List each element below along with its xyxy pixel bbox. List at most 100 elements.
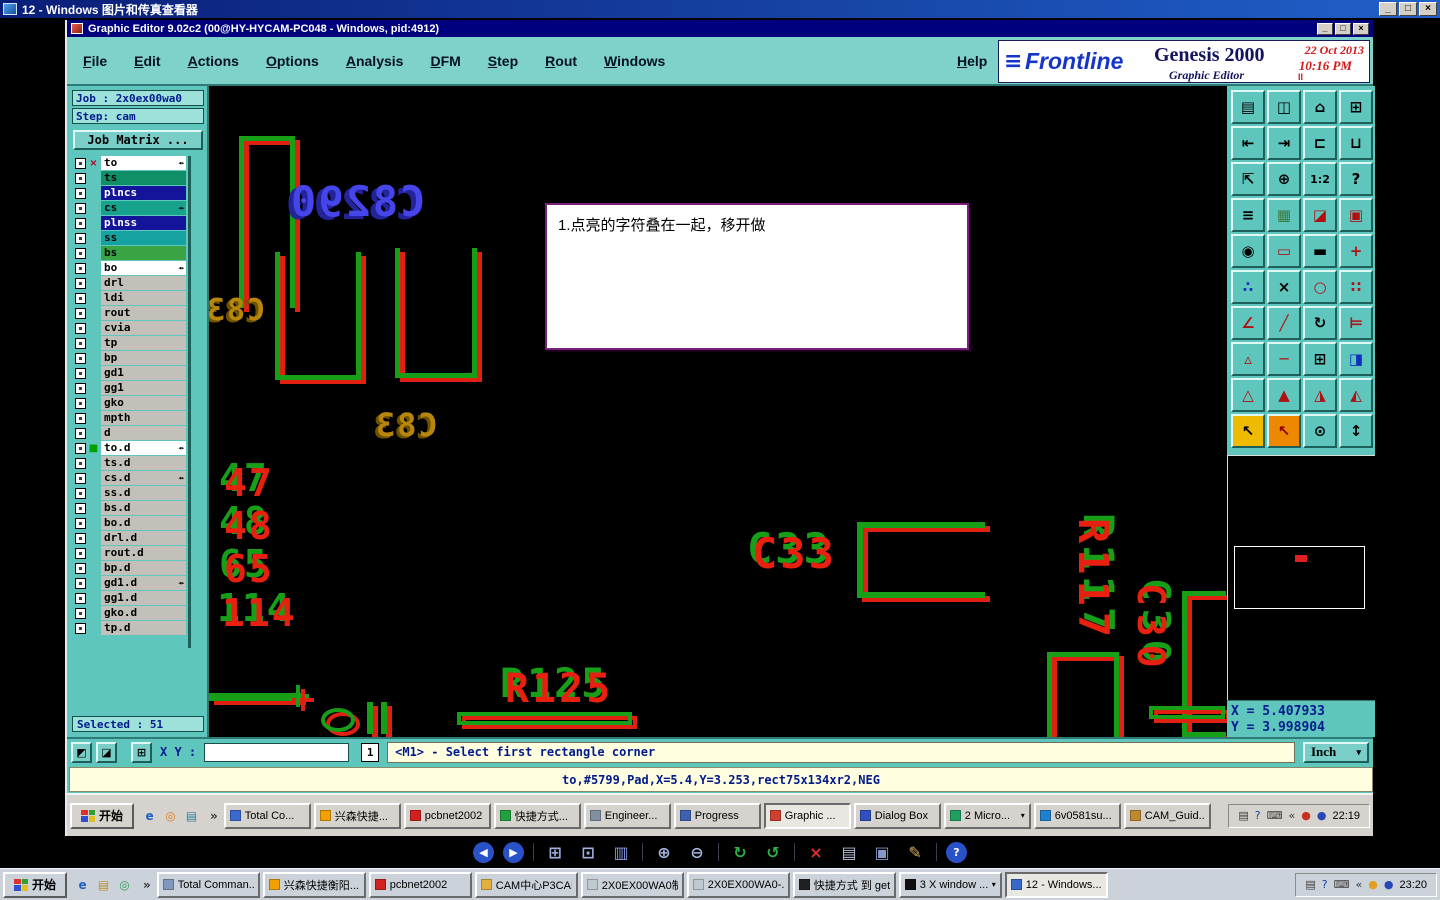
menu-rout[interactable]: Rout [545, 53, 577, 69]
layer-row-bo[interactable]: bo ◂▸ [75, 261, 186, 275]
layer-name[interactable]: bo ◂▸ [101, 261, 186, 275]
minimap[interactable] [1234, 546, 1365, 609]
layer-checkbox[interactable] [75, 367, 86, 379]
tray-icon-5[interactable]: ● [1301, 810, 1311, 821]
layer-name[interactable]: cs ◂▸ [101, 201, 186, 215]
tool-button-29[interactable]: ▵ [1231, 342, 1265, 376]
layer-row-ss[interactable]: ss [75, 231, 186, 245]
tool-button-38[interactable]: ↖ [1267, 414, 1301, 448]
tray-icon-2[interactable]: ? [1255, 810, 1261, 821]
layer-row-gg1[interactable]: gg1 [75, 381, 186, 395]
tool-button-17[interactable]: ◉ [1231, 234, 1265, 268]
delete-button[interactable]: × [804, 840, 828, 864]
taskbar-button-8[interactable]: 3 X window ... ▾ [898, 871, 1002, 898]
layer-name[interactable]: tp [101, 336, 186, 350]
layer-checkbox[interactable] [75, 172, 86, 184]
layer-checkbox[interactable] [75, 472, 86, 484]
layer-row-cs[interactable]: cs ◂▸ [75, 201, 186, 215]
status-tool-button-1[interactable]: ◩ [71, 741, 92, 763]
tray-icon-5[interactable]: ● [1368, 879, 1378, 890]
rotate-clockwise-button[interactable]: ↻ [728, 840, 752, 864]
layer-name[interactable]: bs.d [101, 501, 186, 515]
layer-checkbox[interactable] [75, 202, 86, 214]
layer-checkbox[interactable] [75, 442, 86, 454]
layer-name[interactable]: ss [101, 231, 186, 245]
taskbar-button-3[interactable]: pcbnet2002 [368, 871, 472, 898]
taskbar-button-6[interactable]: Progress [673, 802, 761, 829]
menu-file[interactable]: File [83, 53, 107, 69]
tool-button-26[interactable]: ╱ [1267, 306, 1301, 340]
zoom-out-button[interactable]: ⊖ [685, 840, 709, 864]
layer-checkbox[interactable] [75, 502, 86, 514]
layer-checkbox[interactable] [75, 427, 86, 439]
tray-icon-4[interactable]: « [1289, 810, 1296, 821]
tool-button-1[interactable]: ▤ [1231, 90, 1265, 124]
tool-button-13[interactable]: ≡ [1231, 198, 1265, 232]
layer-row-ts[interactable]: ts [75, 171, 186, 185]
menu-analysis[interactable]: Analysis [346, 53, 404, 69]
layer-checkbox[interactable] [75, 547, 86, 559]
layer-row-gg1.d[interactable]: gg1.d [75, 591, 186, 605]
layer-row-tp[interactable]: tp [75, 336, 186, 350]
layer-row-rout[interactable]: rout [75, 306, 186, 320]
layer-name[interactable]: cs.d ◂▸ [101, 471, 186, 485]
layer-name[interactable]: mpth [101, 411, 186, 425]
layer-checkbox[interactable] [75, 277, 86, 289]
mouse-mode-button[interactable]: 1 [361, 742, 380, 762]
tool-button-19[interactable]: ▬ [1303, 234, 1337, 268]
quick-launch-icon-1[interactable]: e [74, 876, 91, 893]
tool-button-40[interactable]: ↕ [1339, 414, 1373, 448]
tool-button-31[interactable]: ⊞ [1303, 342, 1337, 376]
layer-name[interactable]: bo.d [101, 516, 186, 530]
quick-launch-icon-1[interactable]: e [141, 807, 158, 824]
layer-checkbox[interactable] [75, 262, 86, 274]
tool-button-20[interactable]: + [1339, 234, 1373, 268]
taskbar-button-11[interactable]: CAM_Guid... [1123, 802, 1211, 829]
tool-button-15[interactable]: ◪ [1303, 198, 1337, 232]
layer-name[interactable]: gd1.d ◂▸ [101, 576, 186, 590]
tool-button-12[interactable]: ? [1339, 162, 1373, 196]
tool-button-22[interactable]: × [1267, 270, 1301, 304]
job-matrix-button[interactable]: Job Matrix ... [73, 130, 203, 150]
tool-button-28[interactable]: ⊨ [1339, 306, 1373, 340]
tool-button-30[interactable]: ─ [1267, 342, 1301, 376]
status-tool-button-2[interactable]: ◪ [96, 741, 117, 763]
layer-checkbox[interactable] [75, 382, 86, 394]
layer-name[interactable]: drl.d [101, 531, 186, 545]
start-button[interactable]: 开始 [3, 871, 68, 898]
layer-checkbox[interactable] [75, 412, 86, 424]
minimize-button[interactable]: _ [1379, 2, 1397, 16]
layer-checkbox[interactable] [75, 457, 86, 469]
taskbar-button-8[interactable]: Dialog Box [853, 802, 941, 829]
zoom-in-button[interactable]: ⊕ [652, 840, 676, 864]
tool-button-35[interactable]: ◮ [1303, 378, 1337, 412]
layer-name[interactable]: to.d ◂▸ [101, 441, 186, 455]
menu-step[interactable]: Step [488, 53, 518, 69]
layer-checkbox[interactable] [75, 562, 86, 574]
layer-row-cvia[interactable]: cvia [75, 321, 186, 335]
status-tool-button-3[interactable]: ⊞ [131, 741, 152, 763]
help-button[interactable]: ? [946, 841, 967, 863]
tool-button-2[interactable]: ◫ [1267, 90, 1301, 124]
tool-button-32[interactable]: ◨ [1339, 342, 1373, 376]
layer-name[interactable]: bs [101, 246, 186, 260]
app-titlebar[interactable]: Graphic Editor 9.02c2 (00@HY-HYCAM-PC048… [67, 20, 1373, 37]
layer-checkbox[interactable] [75, 157, 86, 169]
layer-checkbox[interactable] [75, 187, 86, 199]
tool-button-8[interactable]: ⊔ [1339, 126, 1373, 160]
taskbar-button-7[interactable]: Graphic ... [763, 802, 851, 829]
tool-button-27[interactable]: ↻ [1303, 306, 1337, 340]
maximize-button[interactable]: □ [1399, 2, 1417, 16]
layer-row-plnss[interactable]: plnss [75, 216, 186, 230]
layer-row-bo.d[interactable]: bo.d [75, 516, 186, 530]
layer-name[interactable]: plncs [101, 186, 186, 200]
tool-button-33[interactable]: △ [1231, 378, 1265, 412]
previous-image-button[interactable]: ◀ [473, 841, 494, 863]
taskbar-button-5[interactable]: 2X0EX00WA0制... [580, 871, 684, 898]
layer-checkbox[interactable] [75, 337, 86, 349]
minimize-button[interactable]: _ [1317, 22, 1333, 35]
tool-button-11[interactable]: 1:2 [1303, 162, 1337, 196]
layer-name[interactable]: gko.d [101, 606, 186, 620]
best-fit-button[interactable]: ⊞ [543, 840, 567, 864]
layer-name[interactable]: ss.d [101, 486, 186, 500]
